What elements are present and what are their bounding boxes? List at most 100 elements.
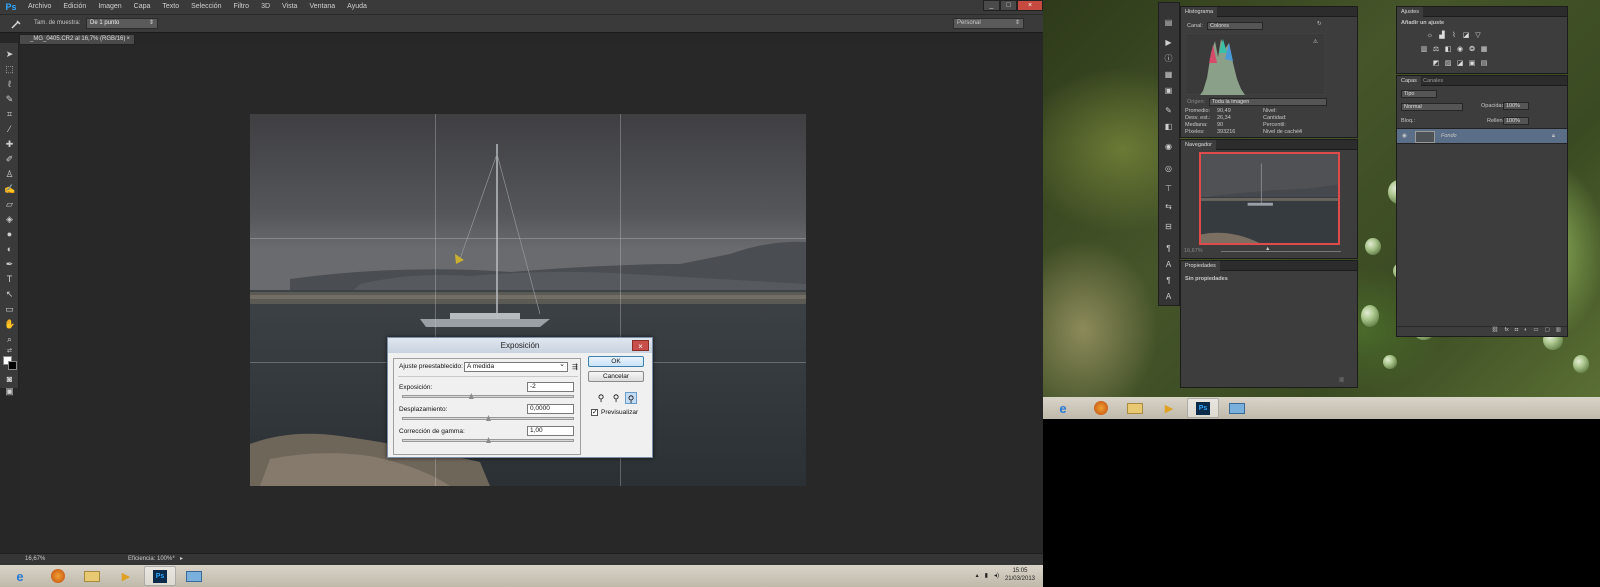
notes-icon[interactable]: ⊟ [1162, 221, 1175, 232]
marquee-tool-icon[interactable]: ⬚ [4, 64, 15, 74]
clone-stamp-icon[interactable]: ♙ [4, 169, 15, 179]
exposure-slider-thumb[interactable] [468, 393, 474, 399]
menu-capa[interactable]: Capa [128, 0, 157, 14]
layer-mask-icon[interactable]: ◘ [1515, 327, 1518, 337]
color-lookup-adjust-icon[interactable]: ▦ [1479, 45, 1489, 54]
measurement-icon[interactable]: ⊤ [1162, 183, 1175, 194]
cancel-button[interactable]: Cancelar [588, 371, 644, 382]
swap-colors-icon[interactable]: ⇄ [4, 346, 15, 356]
brush-tool-icon[interactable]: ✐ [4, 154, 15, 164]
move-tool-icon[interactable]: ➤ [4, 49, 15, 59]
opacity-input[interactable]: 100% [1503, 102, 1529, 110]
layer-lock-icon[interactable]: 🔒︎ [1552, 133, 1555, 140]
maximize-button[interactable]: □ [1000, 0, 1017, 11]
menu-archivo[interactable]: Archivo [22, 0, 57, 14]
menu-ventana[interactable]: Ventana [303, 0, 341, 14]
menu-ayuda[interactable]: Ayuda [341, 0, 373, 14]
refresh-icon[interactable]: ↻ [1317, 21, 1322, 27]
threshold-adjust-icon[interactable]: ◪ [1455, 59, 1465, 68]
pen-tool-icon[interactable]: ✒ [4, 259, 15, 269]
eyedropper-tool-icon[interactable] [10, 19, 22, 29]
gamma-slider-thumb[interactable] [486, 437, 491, 443]
volume-tray-icon[interactable]: ◂) [994, 572, 999, 579]
offset-slider-thumb[interactable] [486, 415, 491, 421]
glyph-panel-icon[interactable]: A [1162, 291, 1175, 302]
photoshop-taskbar-icon[interactable]: Ps [144, 566, 176, 586]
black-point-eyedropper-icon[interactable]: ⚲ [595, 392, 607, 404]
layer-filter-select[interactable]: Tipo [1401, 90, 1437, 98]
new-adjustment-icon[interactable]: ◐ [1524, 327, 1527, 337]
exposure-adjust-icon[interactable]: ◪ [1461, 31, 1471, 40]
menu-vista[interactable]: Vista [276, 0, 303, 14]
eraser-tool-icon[interactable]: ▱ [4, 199, 15, 209]
preview-checkbox-row[interactable]: ✓ Previsualizar [591, 409, 638, 416]
path-selection-icon[interactable]: ↖ [4, 289, 15, 299]
brightness-adjust-icon[interactable]: ☼ [1425, 31, 1435, 40]
menu-filtro[interactable]: Filtro [228, 0, 256, 14]
link-layers-icon[interactable]: ⛓ [1491, 327, 1498, 337]
clock[interactable]: 15:05 21/03/2013 [1005, 567, 1035, 583]
menu-seleccion[interactable]: Selección [185, 0, 227, 14]
brush-preset-icon[interactable]: ✎ [1162, 105, 1175, 116]
close-window-button[interactable]: × [1017, 0, 1043, 11]
preview-checkbox[interactable]: ✓ [591, 409, 598, 416]
file-explorer-icon[interactable] [1119, 398, 1151, 418]
layer-row[interactable]: ◉ Fondo 🔒︎ [1397, 128, 1567, 144]
photo-filter-adjust-icon[interactable]: ◉ [1455, 45, 1465, 54]
network-tray-icon[interactable]: ▮ [985, 572, 988, 579]
properties-delete-icon[interactable]: ▥ [1339, 377, 1344, 383]
swatches-panel-icon[interactable]: ▣ [1162, 85, 1175, 96]
media-player-icon[interactable]: ▶ [110, 566, 142, 586]
menu-texto[interactable]: Texto [156, 0, 185, 14]
shape-tool-icon[interactable]: ▭ [4, 304, 15, 314]
layers-tab[interactable]: Capas [1397, 76, 1421, 86]
paragraph-styles-icon[interactable]: ¶ [1162, 243, 1175, 254]
status-menu-arrow-icon[interactable]: ▸ [180, 555, 183, 562]
blur-tool-icon[interactable]: ● [4, 229, 15, 239]
eyedropper-icon[interactable]: ⁄ [4, 124, 15, 134]
channel-select[interactable]: Colores [1207, 22, 1263, 30]
paint-bucket-icon[interactable]: ◈ [4, 214, 15, 224]
crop-tool-icon[interactable]: ⌗ [4, 109, 15, 119]
tool-presets-icon[interactable]: ◉ [1162, 141, 1175, 152]
gamma-input[interactable]: 1,00 [527, 426, 574, 436]
gray-point-eyedropper-icon[interactable]: ⚲ [610, 392, 622, 404]
ie-icon[interactable]: e [0, 566, 40, 586]
color-balance-adjust-icon[interactable]: ⚖ [1431, 45, 1441, 54]
network-app-icon[interactable] [178, 566, 210, 586]
blend-mode-select[interactable]: Normal [1401, 103, 1463, 111]
quick-mask-icon[interactable]: ◙ [4, 374, 15, 384]
firefox-icon[interactable] [42, 566, 74, 586]
lasso-tool-icon[interactable]: ℓ [4, 79, 15, 89]
curves-adjust-icon[interactable]: ⌇ [1449, 31, 1459, 40]
healing-brush-icon[interactable]: ✚ [4, 139, 15, 149]
media-player-icon[interactable]: ▶ [1153, 398, 1185, 418]
exposure-slider[interactable] [402, 393, 574, 399]
offset-slider[interactable] [402, 415, 574, 421]
posterize-adjust-icon[interactable]: ▨ [1443, 59, 1453, 68]
origin-select[interactable]: Toda la imagen [1209, 98, 1327, 106]
zoom-tool-icon[interactable]: ⌕ [4, 334, 15, 344]
navigator-zoom-slider[interactable] [1221, 251, 1341, 252]
photoshop-taskbar-icon[interactable]: Ps [1187, 398, 1219, 418]
navigator-zoom[interactable]: 16,67% [1184, 248, 1203, 254]
timeline-icon[interactable]: ⇆ [1162, 201, 1175, 212]
layer-visibility-eye-icon[interactable]: ◉ [1402, 133, 1407, 139]
dialog-close-button[interactable]: × [632, 340, 649, 351]
channels-tab[interactable]: Canales [1419, 76, 1447, 86]
screen-mode-icon[interactable]: ▣ [4, 386, 15, 396]
warning-icon[interactable]: ⚠ [1313, 39, 1318, 45]
gamma-slider[interactable] [402, 437, 574, 443]
styles-panel-icon[interactable]: ◧ [1162, 121, 1175, 132]
hand-tool-icon[interactable]: ✋ [4, 319, 15, 329]
minimize-button[interactable]: _ [983, 0, 1000, 11]
preset-options-icon[interactable]: ⇶ [572, 363, 578, 371]
hue-sat-adjust-icon[interactable]: ▥ [1419, 45, 1429, 54]
preset-select[interactable]: A medida [464, 361, 568, 372]
background-color-swatch[interactable] [8, 361, 17, 370]
delete-layer-icon[interactable]: ▥ [1556, 327, 1561, 337]
menu-edicion[interactable]: Edición [57, 0, 92, 14]
type-tool-icon[interactable]: T [4, 274, 15, 284]
status-zoom[interactable]: 16,67% [25, 556, 45, 562]
paragraph-panel-icon[interactable]: ▦ [1162, 69, 1175, 80]
